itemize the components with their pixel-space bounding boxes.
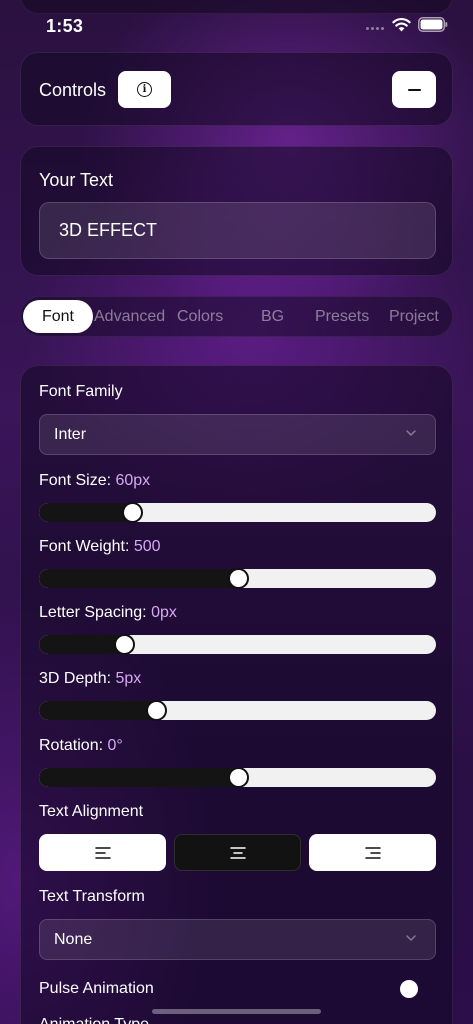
- signal-dots-icon: [366, 27, 384, 30]
- depth-value: 5px: [115, 670, 142, 687]
- font-size-slider[interactable]: [39, 502, 436, 523]
- chevron-down-icon: [406, 935, 416, 941]
- tab-colors[interactable]: Colors: [177, 297, 223, 336]
- text-transform-label: Text Transform: [39, 888, 145, 905]
- align-left-icon: [94, 846, 111, 859]
- align-left-button[interactable]: [39, 834, 166, 871]
- status-time: 1:53: [46, 16, 84, 36]
- slider-thumb[interactable]: [227, 767, 249, 788]
- tab-project[interactable]: Project: [389, 297, 439, 336]
- text-input[interactable]: [39, 202, 436, 259]
- font-settings-card: Font Family Inter Font Size: 60px Font W…: [20, 365, 453, 1024]
- slider-fill: [39, 503, 133, 522]
- tab-presets[interactable]: Presets: [315, 297, 369, 336]
- controls-header-card: Controls i: [20, 52, 453, 126]
- pulse-animation-label: Pulse Animation: [39, 980, 154, 997]
- slider-fill: [39, 701, 157, 720]
- home-indicator: [152, 1009, 321, 1014]
- text-alignment-label: Text Alignment: [39, 803, 144, 820]
- letter-spacing-slider[interactable]: [39, 634, 436, 655]
- rotation-slider[interactable]: [39, 767, 436, 788]
- slider-thumb[interactable]: [114, 634, 136, 655]
- font-family-value: Inter: [54, 426, 87, 443]
- font-weight-slider[interactable]: [39, 568, 436, 589]
- info-button[interactable]: i: [118, 71, 171, 108]
- rotation-value: 0°: [107, 737, 123, 754]
- info-icon: i: [137, 82, 152, 97]
- align-right-button[interactable]: [309, 834, 436, 871]
- slider-thumb[interactable]: [227, 568, 249, 589]
- status-bar: 1:53: [0, 0, 473, 50]
- slider-fill: [39, 569, 238, 588]
- text-transform-select[interactable]: None: [39, 919, 436, 960]
- tab-font[interactable]: Font: [23, 300, 93, 333]
- chevron-down-icon: [406, 430, 416, 436]
- font-weight-value: 500: [133, 538, 161, 555]
- toggle-knob: [400, 980, 418, 998]
- collapse-controls-button[interactable]: [392, 71, 436, 108]
- font-family-select[interactable]: Inter: [39, 414, 436, 455]
- controls-title: Controls: [39, 80, 107, 100]
- align-center-icon: [229, 846, 246, 859]
- pulse-animation-toggle[interactable]: [393, 977, 433, 1001]
- tab-bg[interactable]: BG: [261, 297, 284, 336]
- battery-icon: [418, 17, 448, 32]
- slider-thumb[interactable]: [146, 700, 168, 721]
- tab-advanced[interactable]: Advanced: [94, 297, 165, 336]
- text-transform-value: None: [54, 931, 93, 948]
- minus-icon: [407, 88, 421, 91]
- tabs-bar: Font Advanced Colors BG Presets Project: [20, 296, 453, 337]
- align-center-button[interactable]: [174, 834, 301, 871]
- depth-label: 3D Depth: 5px: [39, 670, 142, 687]
- font-size-label: Font Size: 60px: [39, 472, 151, 489]
- font-size-value: 60px: [115, 472, 151, 489]
- font-weight-label: Font Weight: 500: [39, 538, 161, 555]
- wifi-icon: [392, 18, 411, 32]
- slider-fill: [39, 635, 125, 654]
- font-family-label: Font Family: [39, 383, 123, 400]
- align-right-icon: [364, 846, 381, 859]
- your-text-label: Your Text: [39, 170, 114, 190]
- slider-fill: [39, 768, 238, 787]
- animation-type-label: Animation Type: [39, 1016, 149, 1024]
- letter-spacing-label: Letter Spacing: 0px: [39, 604, 177, 621]
- depth-slider[interactable]: [39, 700, 436, 721]
- rotation-label: Rotation: 0°: [39, 737, 123, 754]
- slider-thumb[interactable]: [122, 502, 144, 523]
- letter-spacing-value: 0px: [151, 604, 177, 621]
- your-text-card: Your Text: [20, 146, 453, 276]
